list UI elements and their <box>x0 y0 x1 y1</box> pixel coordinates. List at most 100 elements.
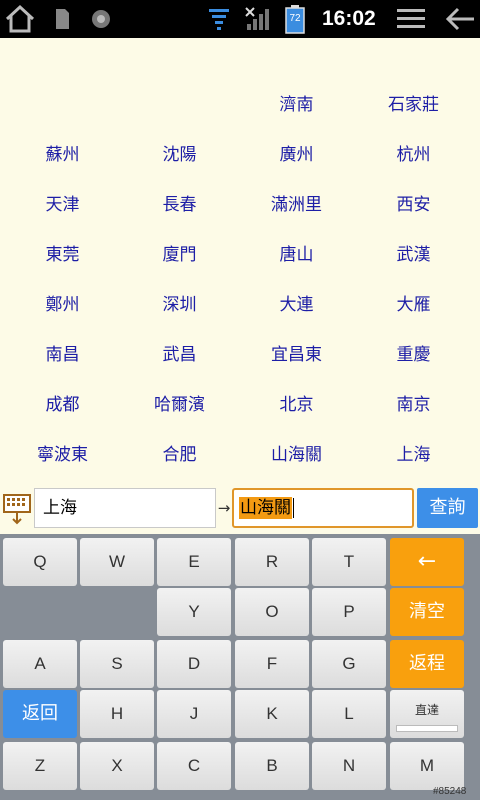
key-h[interactable]: H <box>80 690 154 738</box>
key-y[interactable]: Y <box>157 588 231 636</box>
key-q[interactable]: Q <box>3 538 77 586</box>
home-icon[interactable] <box>2 0 38 38</box>
text-cursor <box>293 498 294 518</box>
key-g[interactable]: G <box>312 640 386 688</box>
station-item[interactable]: 廣州 <box>238 140 355 170</box>
key-o[interactable]: O <box>235 588 309 636</box>
station-item[interactable]: 寧波東 <box>4 440 121 470</box>
key-label: Y <box>188 602 200 621</box>
key-f[interactable]: F <box>235 640 309 688</box>
station-item[interactable]: 滿洲里 <box>238 190 355 220</box>
key-t[interactable]: T <box>312 538 386 586</box>
key-label: D <box>187 654 201 673</box>
direct-key[interactable]: 直達 <box>390 690 464 738</box>
station-item[interactable]: 蘇州 <box>4 140 121 170</box>
station-item[interactable]: 西安 <box>355 190 472 220</box>
station-item[interactable]: 唐山 <box>238 240 355 270</box>
key-k[interactable]: K <box>235 690 309 738</box>
key-c[interactable]: C <box>157 742 231 790</box>
station-item[interactable]: 石家莊 <box>355 90 472 120</box>
letter-keyboard: Q W E R T ← Y O P 清空 A S D F G 返程返回 H J K L 直達 Z X C B N M <box>0 534 480 800</box>
return-trip-key[interactable]: 返程 <box>390 640 464 688</box>
key-w[interactable]: W <box>80 538 154 586</box>
from-station-input[interactable]: 上海 <box>34 488 216 528</box>
station-item[interactable]: 重慶 <box>355 340 472 370</box>
key-label: X <box>111 756 123 775</box>
station-item[interactable]: 廈門 <box>121 240 238 270</box>
back-icon[interactable] <box>442 0 478 38</box>
key-label: A <box>34 654 46 673</box>
station-item[interactable]: 宜昌東 <box>238 340 355 370</box>
android-icon <box>88 0 114 38</box>
to-station-input[interactable]: 山海關 <box>232 488 414 528</box>
key-label: O <box>265 602 279 621</box>
key-label: W <box>108 552 126 571</box>
key-label: M <box>419 756 435 775</box>
key-label: J <box>189 704 199 723</box>
key-label: ← <box>417 549 437 574</box>
key-p[interactable]: P <box>312 588 386 636</box>
station-item[interactable]: 合肥 <box>121 440 238 470</box>
key-b[interactable]: B <box>235 742 309 790</box>
query-button[interactable]: 查詢 <box>417 488 478 528</box>
key-n[interactable]: N <box>312 742 386 790</box>
station-item[interactable]: 武漢 <box>355 240 472 270</box>
station-item[interactable]: 濟南 <box>238 90 355 120</box>
key-label: S <box>111 654 123 673</box>
key-j[interactable]: J <box>157 690 231 738</box>
key-a[interactable]: A <box>3 640 77 688</box>
station-item[interactable]: 鄭州 <box>4 290 121 320</box>
key-label: Z <box>34 756 46 775</box>
status-bar: 72 16:02 <box>0 0 480 38</box>
station-item[interactable]: 北京 <box>238 390 355 420</box>
station-item[interactable]: 長春 <box>121 190 238 220</box>
battery-icon: 72 <box>284 0 306 38</box>
station-item[interactable]: 沈陽 <box>121 140 238 170</box>
keyboard-toggle-icon[interactable] <box>3 493 31 525</box>
route-input-row: 上海 → 山海關 查詢 <box>0 486 480 532</box>
back-key[interactable]: 返回 <box>3 690 77 738</box>
download-icon <box>206 0 232 38</box>
key-d[interactable]: D <box>157 640 231 688</box>
key-label: E <box>188 552 200 571</box>
key-z[interactable]: Z <box>3 742 77 790</box>
sd-card-icon <box>50 0 74 38</box>
station-item[interactable]: 南京 <box>355 390 472 420</box>
key-r[interactable]: R <box>235 538 309 586</box>
backspace-key[interactable]: ← <box>390 538 464 586</box>
station-item[interactable]: 深圳 <box>121 290 238 320</box>
key-l[interactable]: L <box>312 690 386 738</box>
station-item[interactable]: 大連 <box>238 290 355 320</box>
station-item[interactable]: 東莞 <box>4 240 121 270</box>
station-item[interactable]: 山海關 <box>238 440 355 470</box>
station-item[interactable]: 上海 <box>355 440 472 470</box>
clear-key[interactable]: 清空 <box>390 588 464 636</box>
key-label: B <box>266 756 278 775</box>
station-item[interactable]: 天津 <box>4 190 121 220</box>
key-label: H <box>110 704 124 723</box>
battery-level: 72 <box>289 13 301 24</box>
station-item[interactable]: 大雁 <box>355 290 472 320</box>
station-item[interactable]: 成都 <box>4 390 121 420</box>
route-arrow: → <box>217 499 231 517</box>
clock: 16:02 <box>322 7 376 30</box>
key-label: L <box>344 704 354 723</box>
key-e[interactable]: E <box>157 538 231 586</box>
key-m[interactable]: M <box>390 742 464 790</box>
station-item[interactable]: 武昌 <box>121 340 238 370</box>
key-label: C <box>187 756 201 775</box>
key-label: R <box>265 552 279 571</box>
key-label: 返程 <box>409 653 445 674</box>
station-item[interactable]: 南昌 <box>4 340 121 370</box>
key-label: T <box>343 552 355 571</box>
station-item[interactable]: 杭州 <box>355 140 472 170</box>
key-label: N <box>342 756 356 775</box>
key-label: K <box>266 704 278 723</box>
key-x[interactable]: X <box>80 742 154 790</box>
signal-icon <box>244 0 272 38</box>
key-s[interactable]: S <box>80 640 154 688</box>
keyboard-empty-slot <box>3 588 154 636</box>
key-label: 返回 <box>22 703 58 724</box>
station-item[interactable]: 哈爾濱 <box>121 390 238 420</box>
menu-icon[interactable] <box>394 0 428 38</box>
